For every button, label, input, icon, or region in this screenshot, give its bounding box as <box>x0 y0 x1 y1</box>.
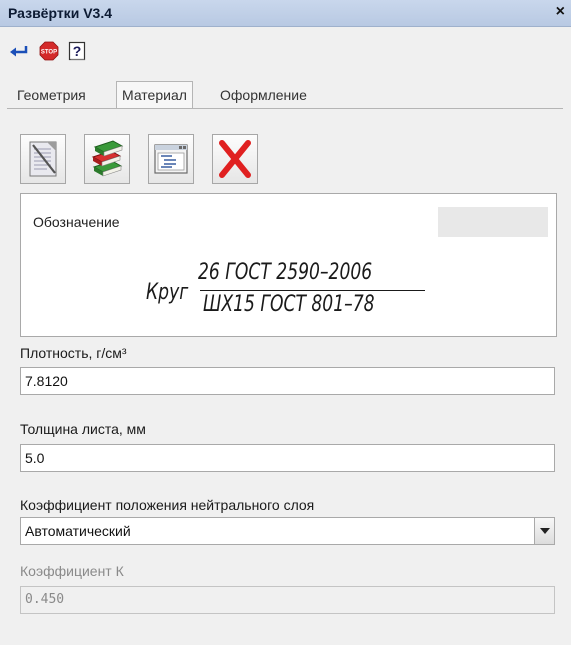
neutral-layer-value: Автоматический <box>25 523 131 539</box>
thickness-field[interactable]: 5.0 <box>20 444 555 472</box>
help-icon: ? <box>68 41 86 61</box>
neutral-layer-select[interactable]: Автоматический <box>20 517 555 545</box>
enter-button[interactable] <box>8 40 30 62</box>
designation-label: Обозначение <box>33 214 120 230</box>
stop-icon-text: STOP <box>41 50 57 56</box>
chevron-down-icon <box>539 528 550 534</box>
window-title: Развёртки V3.4 <box>8 5 112 21</box>
stop-button[interactable]: STOP <box>38 40 60 62</box>
designation-formula: Круг 26 ГОСТ 2590–2006 ШХ15 ГОСТ 801–78 <box>146 260 446 330</box>
density-label: Плотность, г/см³ <box>20 345 127 361</box>
close-button[interactable]: × <box>556 3 565 21</box>
neutral-layer-label: Коэффициент положения нейтрального слоя <box>20 497 315 513</box>
designation-header-strip <box>438 207 548 237</box>
window-list-button[interactable] <box>148 134 194 184</box>
delete-icon <box>219 140 251 178</box>
delete-button[interactable] <box>212 134 258 184</box>
tab-material[interactable]: Материал <box>116 81 193 109</box>
formula-fraction-line <box>200 290 425 291</box>
thickness-label: Толщина листа, мм <box>20 421 146 437</box>
razvertki-panel: Развёртки V3.4 × STOP ? Геометрия Матери… <box>0 0 571 645</box>
formula-numerator: 26 ГОСТ 2590–2006 <box>198 260 373 285</box>
help-button[interactable]: ? <box>66 40 88 62</box>
help-icon-text: ? <box>73 43 82 59</box>
tab-design[interactable]: Оформление <box>215 82 312 108</box>
dropdown-arrow-button[interactable] <box>534 518 554 544</box>
formula-prefix: Круг <box>146 280 189 305</box>
document-icon <box>29 141 57 177</box>
window-list-icon <box>154 144 188 174</box>
title-bar: Развёртки V3.4 × <box>0 0 571 27</box>
k-coefficient-field: 0.450 <box>20 586 555 614</box>
enter-arrow-icon <box>10 46 28 57</box>
designation-box: Обозначение Круг 26 ГОСТ 2590–2006 ШХ15 … <box>20 193 557 337</box>
density-field[interactable]: 7.8120 <box>20 367 555 395</box>
books-button[interactable] <box>84 134 130 184</box>
document-button[interactable] <box>20 134 66 184</box>
k-coefficient-label: Коэффициент К <box>20 563 124 579</box>
tab-geometry[interactable]: Геометрия <box>12 82 91 108</box>
formula-denominator: ШХ15 ГОСТ 801–78 <box>203 292 375 317</box>
books-icon <box>91 140 124 177</box>
stop-icon: STOP <box>39 41 59 61</box>
